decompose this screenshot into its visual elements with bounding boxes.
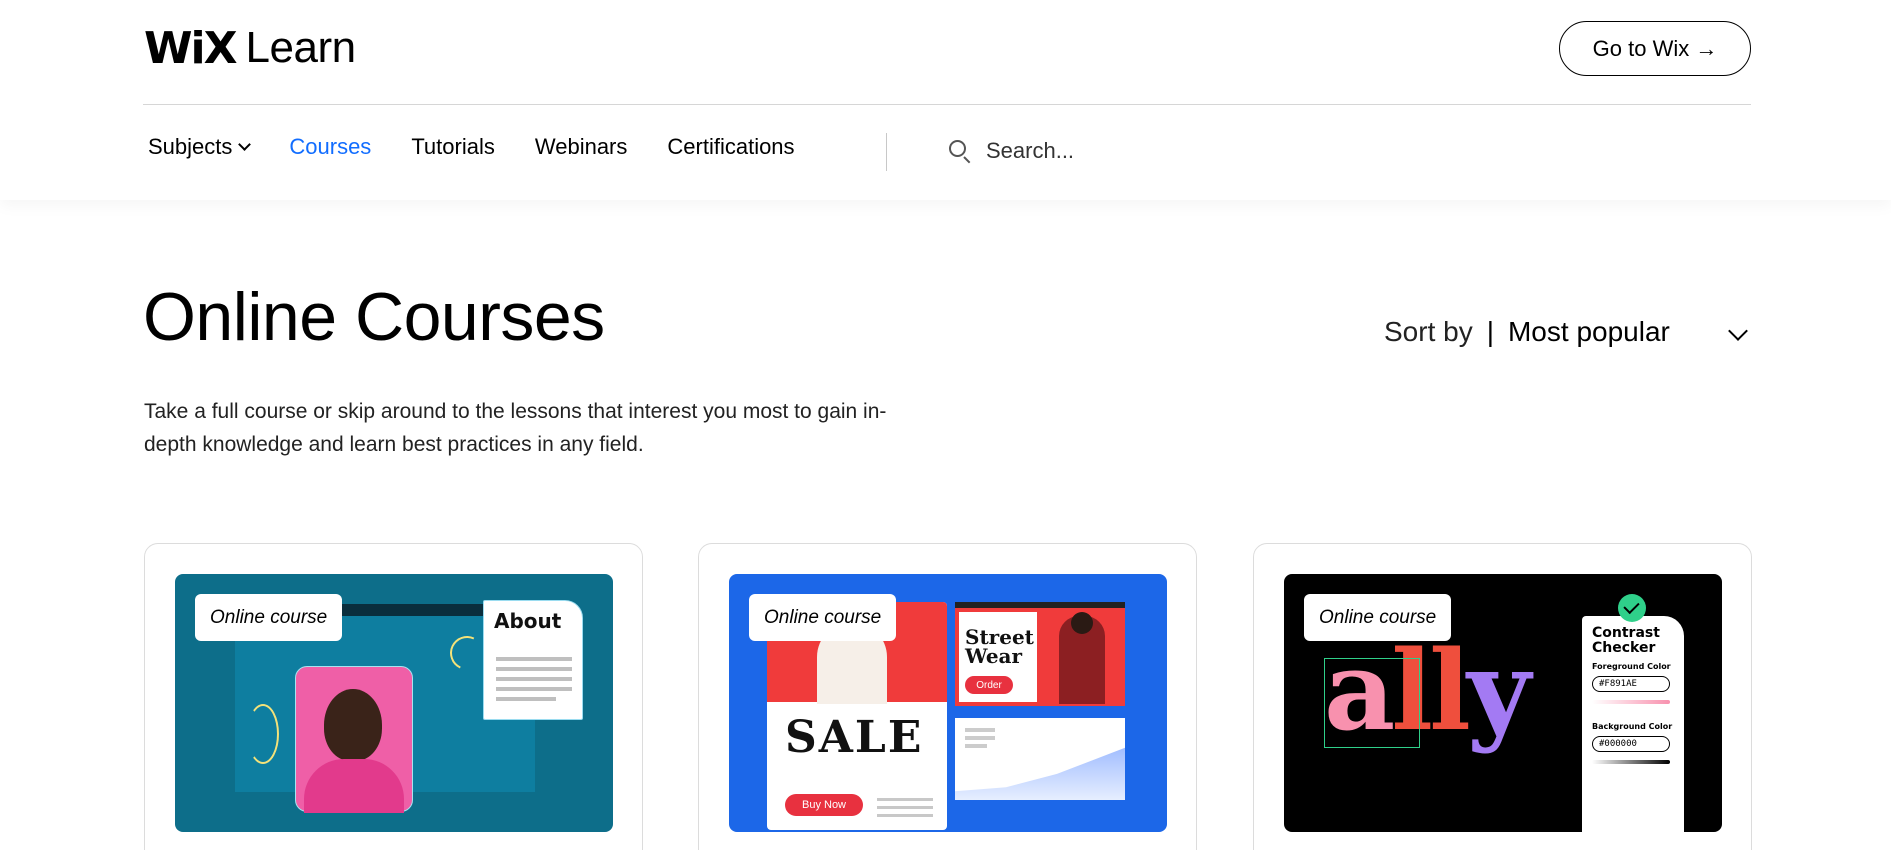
course-type-badge: Online course bbox=[749, 594, 897, 641]
buy-now-pill: Buy Now bbox=[785, 794, 863, 816]
main-nav: Subjects Courses Tutorials Webinars Cert… bbox=[148, 134, 835, 160]
course-type-badge: Online course bbox=[1304, 594, 1452, 641]
search-input[interactable] bbox=[986, 138, 1286, 164]
chevron-down-icon[interactable] bbox=[1728, 321, 1748, 341]
nav-item-label: Subjects bbox=[148, 134, 233, 159]
portrait-image bbox=[295, 666, 413, 813]
contrast-checker-panel: Contrast Checker Foreground Color #F891A… bbox=[1582, 616, 1684, 832]
about-title: About bbox=[494, 609, 562, 633]
street-wear-graphic: Street Wear Order bbox=[955, 602, 1125, 706]
nav-divider bbox=[886, 133, 887, 171]
about-page-card: About bbox=[483, 600, 583, 720]
course-card[interactable]: Online course About bbox=[144, 543, 643, 850]
course-card[interactable]: Online course SALE Buy Now Street Wear O… bbox=[698, 543, 1197, 850]
selection-box bbox=[1324, 658, 1420, 748]
street-wear-title: Street Wear bbox=[965, 625, 1034, 668]
logo-learn-text: Learn bbox=[245, 23, 357, 72]
page-description: Take a full course or skip around to the… bbox=[144, 400, 887, 456]
background-field: #000000 bbox=[1592, 736, 1670, 752]
site-header: WiX Learn Go to Wix → Subjects Courses T… bbox=[0, 0, 1891, 200]
nav-item-courses[interactable]: Courses bbox=[289, 134, 371, 160]
order-pill: Order bbox=[965, 676, 1013, 694]
header-divider bbox=[143, 104, 1751, 105]
foreground-label: Foreground Color bbox=[1592, 662, 1671, 671]
logo-wix-text: WiX bbox=[144, 22, 238, 74]
foreground-field: #F891AE bbox=[1592, 676, 1670, 692]
go-to-wix-button[interactable]: Go to Wix → bbox=[1559, 21, 1751, 76]
area-chart-graphic bbox=[955, 718, 1125, 800]
nav-item-certifications[interactable]: Certifications bbox=[667, 134, 794, 160]
sort-separator: | bbox=[1486, 316, 1494, 347]
course-thumbnail[interactable]: Online course SALE Buy Now Street Wear O… bbox=[729, 574, 1167, 832]
nav-item-tutorials[interactable]: Tutorials bbox=[411, 134, 495, 160]
nav-item-subjects[interactable]: Subjects bbox=[148, 134, 252, 160]
course-thumbnail[interactable]: Online course About bbox=[175, 574, 613, 832]
sort-dropdown[interactable]: Sort by | Most popular bbox=[1384, 316, 1670, 348]
course-type-badge: Online course bbox=[195, 594, 343, 641]
page-title: Online Courses bbox=[143, 279, 605, 355]
sort-label: Sort by bbox=[1384, 316, 1473, 347]
course-thumbnail[interactable]: Online course ally Contrast Checker Fore… bbox=[1284, 574, 1722, 832]
sort-value: Most popular bbox=[1507, 316, 1670, 347]
search-bar[interactable] bbox=[948, 138, 1286, 164]
panel-title: Contrast Checker bbox=[1592, 625, 1660, 656]
sale-text: SALE bbox=[785, 712, 924, 763]
curved-arrow-icon bbox=[247, 704, 279, 764]
chevron-down-icon bbox=[238, 137, 252, 151]
nav-item-webinars[interactable]: Webinars bbox=[535, 134, 628, 160]
search-icon bbox=[948, 139, 972, 164]
background-label: Background Color bbox=[1592, 722, 1673, 731]
course-card[interactable]: Online course ally Contrast Checker Fore… bbox=[1253, 543, 1752, 850]
checkmark-icon bbox=[1618, 594, 1646, 622]
wix-learn-logo[interactable]: WiX Learn bbox=[144, 22, 357, 74]
